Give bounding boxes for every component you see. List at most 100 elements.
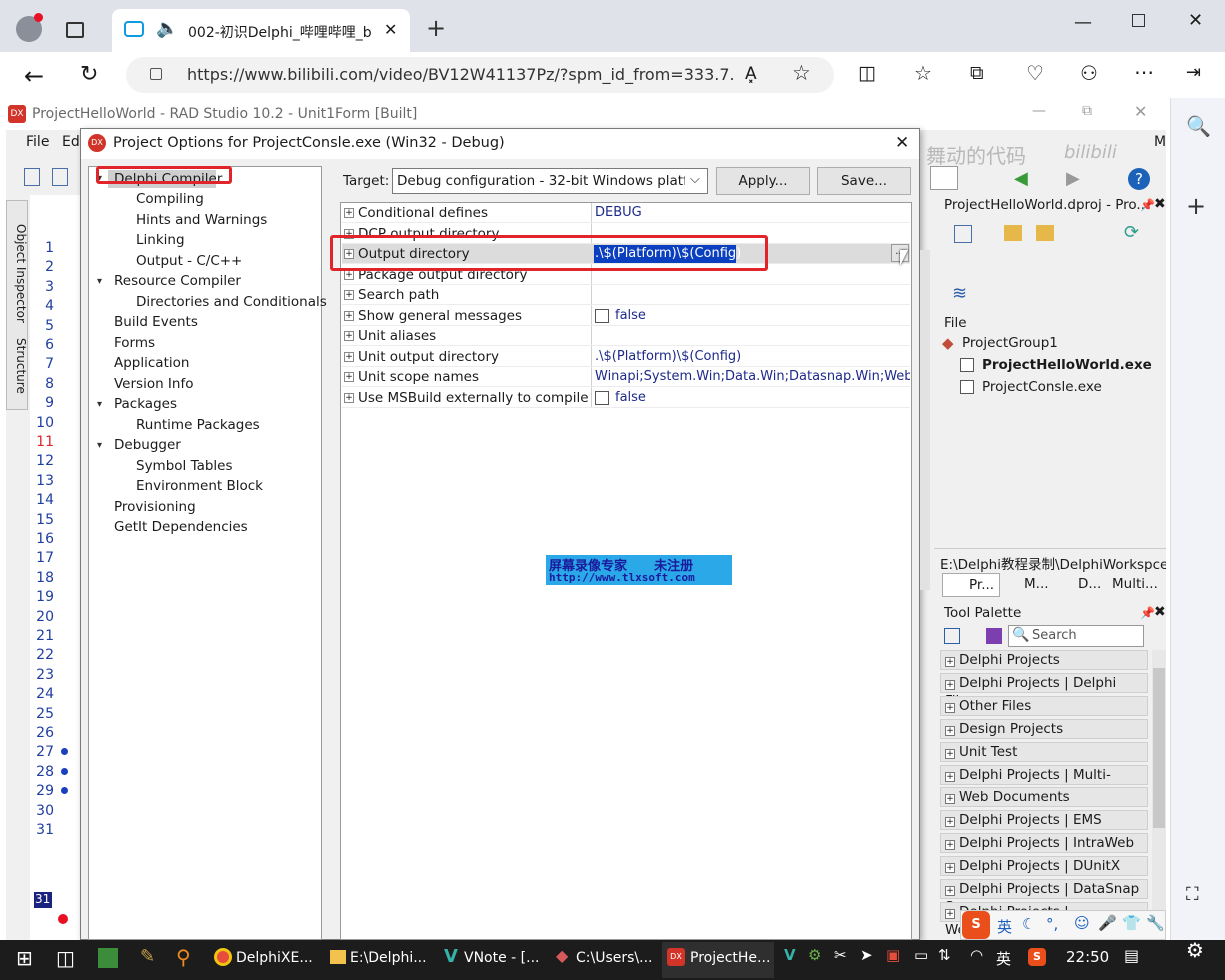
wifi-icon[interactable]: ◠	[970, 946, 983, 964]
tray-battery-icon[interactable]: ▭	[914, 946, 928, 964]
tree-linking[interactable]: Linking	[136, 232, 185, 248]
tree-hints-warnings[interactable]: Hints and Warnings	[136, 212, 267, 228]
ime-emoji-icon[interactable]: ☺	[1074, 914, 1090, 932]
taskbar-item-delphixe[interactable]: DelphiXE...	[236, 942, 313, 974]
ime-language[interactable]: 英	[997, 916, 1012, 937]
breakpoint-dot[interactable]	[61, 787, 68, 794]
expand-plus-icon[interactable]: +	[344, 392, 354, 403]
sidebar-settings-icon[interactable]: ⚙	[1186, 938, 1204, 962]
vnote-icon[interactable]: V	[444, 946, 458, 967]
ide-minimize-icon[interactable]: —	[1032, 103, 1046, 119]
tray-vnote-icon[interactable]: V	[784, 946, 796, 964]
tree-runtime-packages[interactable]: Runtime Packages	[136, 417, 260, 433]
ime-punct-icon[interactable]: °,	[1046, 915, 1058, 933]
back-nav-icon[interactable]: ▶	[1066, 168, 1080, 189]
palette-category[interactable]: +Delphi Projects | Multi-Device ...	[940, 764, 1148, 801]
split-screen-icon[interactable]: ◫	[858, 62, 876, 84]
browser-essentials-icon[interactable]: ♡	[1026, 61, 1044, 85]
favorite-star-icon[interactable]: ☆	[792, 61, 811, 85]
palette-scroll-thumb[interactable]	[1153, 668, 1165, 828]
speaker-icon[interactable]: 🔈	[156, 20, 178, 38]
tree-build-events[interactable]: Build Events	[114, 314, 198, 330]
option-value[interactable]: false	[615, 308, 930, 323]
favorites-icon[interactable]: ☆	[914, 61, 932, 85]
palette-cursor-icon[interactable]	[986, 628, 1002, 644]
start-icon[interactable]: ⊞	[16, 946, 33, 970]
expand-plus-icon[interactable]: +	[945, 657, 955, 667]
palette-category[interactable]: + Other Files	[940, 695, 1148, 716]
task-view-icon[interactable]: ◫	[56, 946, 75, 970]
palette-category[interactable]: + Delphi Projects	[940, 650, 1148, 670]
layers-icon[interactable]: ≋	[952, 283, 967, 304]
tree-provisioning[interactable]: Provisioning	[114, 499, 196, 515]
option-row[interactable]: + Show general messages false	[342, 306, 910, 326]
sidebar-search-icon[interactable]: 🔍	[1186, 114, 1211, 138]
palette-category[interactable]: + Delphi Projects | IntraWeb	[940, 833, 1148, 854]
forward-icon[interactable]: ◀	[1014, 168, 1028, 189]
tree-version-info[interactable]: Version Info	[114, 376, 193, 392]
tray-sync-icon[interactable]: ⇅	[938, 946, 951, 964]
taskbar-item-project[interactable]: ProjectHe...	[690, 942, 770, 974]
panel-tab-multi[interactable]: Multi...	[1108, 573, 1164, 597]
tree-environment-block[interactable]: Environment Block	[136, 478, 263, 494]
expand-plus-icon[interactable]: +	[344, 331, 354, 341]
palette-category[interactable]: +Delphi Projects | DataSnap Ser...	[940, 879, 1148, 915]
palette-category[interactable]: + Web Documents	[940, 787, 1148, 808]
close-tab-icon[interactable]: ✕	[384, 20, 397, 39]
maximize-window-icon[interactable]	[1132, 14, 1145, 27]
extensions-icon[interactable]: ⚇	[1080, 61, 1098, 85]
breakpoint-dot[interactable]	[61, 768, 68, 775]
refresh-icon[interactable]: ↻	[80, 62, 98, 87]
ide-restore-icon[interactable]: ⧉	[1082, 103, 1092, 119]
pin-icon[interactable]: 📌	[1140, 198, 1155, 212]
back-icon[interactable]: ←	[24, 62, 44, 90]
close-window-icon[interactable]: ✕	[1188, 10, 1203, 31]
palette-category[interactable]: + Delphi Projects | EMS	[940, 810, 1148, 831]
tree-debugger[interactable]: Debugger	[114, 437, 181, 453]
panel-tab-pr[interactable]: Pr...	[942, 573, 1000, 597]
taskbar-app-icon[interactable]	[98, 948, 118, 968]
taskbar-lang[interactable]: 英	[996, 948, 1011, 969]
option-row[interactable]: + Unit scope names Winapi;System.Win;Data.…	[342, 367, 910, 387]
palette-category-icon[interactable]	[944, 628, 960, 644]
taskbar-tool-icon[interactable]: ✎	[140, 946, 155, 967]
help-icon[interactable]: ?	[1128, 168, 1150, 190]
taskbar-clock[interactable]: 22:50	[1066, 948, 1109, 966]
tree-forms[interactable]: Forms	[114, 335, 155, 351]
expand-plus-icon[interactable]: +	[945, 840, 955, 851]
palette-search-placeholder[interactable]: Search	[1032, 628, 1077, 643]
expand-plus-icon[interactable]: +	[945, 679, 955, 690]
option-row[interactable]: + Search path	[342, 285, 910, 305]
expand-plus-icon[interactable]: +	[344, 208, 354, 218]
structure-tab[interactable]: Structure	[6, 338, 28, 394]
save-button[interactable]: Save...	[817, 167, 911, 195]
project-group-label[interactable]: ProjectGroup1	[962, 335, 1058, 351]
panel-tab-m[interactable]: M...	[1002, 573, 1058, 597]
palette-category[interactable]: + Delphi Projects | DUnitX	[940, 856, 1148, 877]
taskbar-search-icon[interactable]: ⚲	[176, 945, 191, 969]
sidebar-add-icon[interactable]: +	[1186, 192, 1206, 220]
collections-icon[interactable]: ⧉	[970, 62, 984, 84]
tray-send-icon[interactable]: ➤	[860, 946, 873, 964]
option-value[interactable]: false	[615, 390, 930, 405]
expand-plus-icon[interactable]: +	[344, 269, 354, 280]
tree-packages[interactable]: Packages	[114, 396, 177, 412]
taskbar-item-explorer[interactable]: E:\Delphi...	[350, 942, 427, 974]
add-folder-icon[interactable]	[1004, 225, 1022, 241]
new-tab-icon[interactable]: +	[426, 14, 446, 42]
expand-plus-icon[interactable]: +	[945, 794, 955, 805]
expand-plus-icon[interactable]: +	[344, 290, 354, 300]
tree-dirs-conditionals[interactable]: Directories and Conditionals	[136, 294, 327, 310]
chevron-down-icon[interactable]: ▾	[97, 399, 107, 410]
option-row[interactable]: + Unit aliases	[342, 326, 910, 346]
sidebar-screenshot-icon[interactable]: ⛶	[1186, 884, 1199, 905]
open-folder-icon[interactable]	[1036, 225, 1054, 241]
option-row[interactable]: + Conditional defines DEBUG	[342, 203, 910, 223]
panel-close-icon[interactable]: ✖	[1154, 196, 1166, 212]
ime-skin-icon[interactable]: 👕	[1122, 914, 1141, 932]
tray-app-icon[interactable]: ⚙	[808, 946, 821, 964]
read-aloud-icon[interactable]: A͓	[745, 64, 757, 84]
ime-moon-icon[interactable]: ☾	[1022, 915, 1035, 933]
expand-plus-icon[interactable]: +	[344, 310, 354, 321]
tree-compiling[interactable]: Compiling	[136, 191, 204, 207]
